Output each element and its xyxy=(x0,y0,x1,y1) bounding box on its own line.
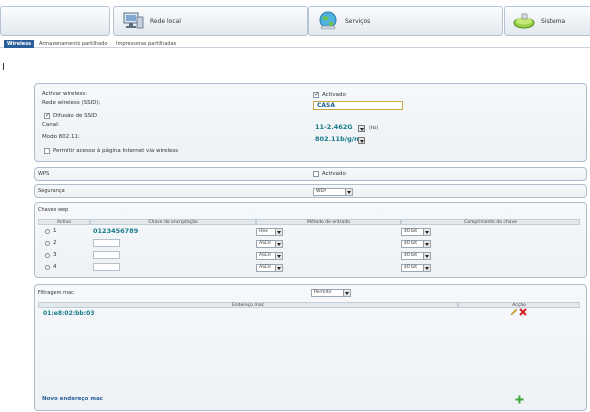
chevron-down-icon xyxy=(275,253,282,259)
wep-header-length: Comprimento da chave xyxy=(401,219,580,225)
wep-key-2-method-select[interactable]: ASCII xyxy=(256,240,283,248)
activate-wireless-checkbox[interactable] xyxy=(313,91,319,98)
add-icon[interactable] xyxy=(515,395,524,404)
mac-address-value: 01:e8:02:bb:03 xyxy=(43,310,95,317)
wep-header-key: Chave de encriptação xyxy=(90,219,256,225)
security-select-value: WEP xyxy=(316,189,327,194)
mode-select[interactable]: 802.11b/g/n xyxy=(313,136,365,145)
wep-title: Chaves wep xyxy=(38,207,69,213)
mode-select-value: 802.11b/g/n xyxy=(315,135,359,143)
mac-header-address: Endereço mac xyxy=(38,302,458,308)
activate-wireless-checkbox-label: Activado xyxy=(322,92,346,98)
internet-access-label: Permitir acesso à página Internet via wi… xyxy=(53,148,179,154)
internet-access-checkbox[interactable] xyxy=(44,148,50,154)
select-value: ASCII xyxy=(259,265,271,270)
nav-tab-servicos[interactable]: Serviços xyxy=(308,6,503,36)
wep-key-1-input[interactable]: 0123456789 xyxy=(93,227,138,235)
chevron-down-icon xyxy=(275,265,282,271)
wep-key-1-index: 1 xyxy=(53,228,57,234)
select-value: ASCII xyxy=(259,241,271,246)
wep-key-2-length-select[interactable]: 40 bit xyxy=(401,240,431,248)
ssid-label: Rede wireless (SSID): xyxy=(42,100,101,106)
activate-wireless-label: Activar wireless: xyxy=(42,91,88,97)
mac-filter-title: Filtragem mac xyxy=(38,290,74,296)
nav-tab-label: Serviços xyxy=(345,18,371,25)
nav-tab-rede-local[interactable]: Rede local xyxy=(113,6,308,36)
top-navigation: Rede local Serviços Sistema xyxy=(0,6,590,36)
wireless-settings-panel: Activar wireless: Activado Rede wireless… xyxy=(34,83,587,162)
wep-key-2-index: 2 xyxy=(53,240,57,246)
chevron-down-icon xyxy=(423,253,430,259)
chevron-down-icon xyxy=(358,125,365,132)
subtab-impressoras[interactable]: Impressoras partilhadas xyxy=(113,40,179,48)
chevron-down-icon xyxy=(275,229,282,235)
new-mac-address-link[interactable]: Novo endereço mac xyxy=(42,396,103,402)
wep-key-2-radio[interactable] xyxy=(45,241,50,246)
channel-unit: (Hz) xyxy=(369,126,379,131)
chevron-down-icon xyxy=(423,241,430,247)
wep-key-2-input[interactable] xyxy=(93,239,120,247)
wps-panel: WPS Activado xyxy=(34,167,587,181)
chevron-down-icon xyxy=(275,241,282,247)
chevron-down-icon xyxy=(423,229,430,235)
chevron-down-icon xyxy=(343,290,350,296)
wep-keys-panel: Chaves wep Activo Chave de encriptação M… xyxy=(34,202,587,278)
channel-select-value: 11-2.462G xyxy=(315,123,353,131)
select-value: 40 bit xyxy=(404,241,418,246)
select-value: 40 bit xyxy=(404,229,418,234)
globe-icon xyxy=(319,11,337,30)
security-panel: Segurança WEP xyxy=(34,184,587,198)
channel-select[interactable]: 11-2.462G xyxy=(313,124,365,133)
wep-key-4-method-select[interactable]: ASCII xyxy=(256,264,283,272)
ssid-broadcast-checkbox[interactable] xyxy=(44,112,50,119)
wep-key-3-radio[interactable] xyxy=(45,253,50,258)
wps-checkbox-label: Activado xyxy=(322,171,346,177)
security-select[interactable]: WEP xyxy=(313,188,353,196)
nav-tab-label: Rede local xyxy=(150,18,181,25)
subtab-wireless[interactable]: Wireless xyxy=(4,40,35,48)
wep-header-active: Activo xyxy=(38,219,90,225)
wep-key-4-input[interactable] xyxy=(93,263,120,271)
wep-key-1-length-select[interactable]: 40 bit xyxy=(401,228,431,236)
wep-key-3-method-select[interactable]: ASCII xyxy=(256,252,283,260)
edit-icon[interactable] xyxy=(510,308,518,316)
mac-filter-select[interactable]: Permitir xyxy=(311,289,351,297)
ssid-broadcast-label: Difusão de SSID xyxy=(53,113,97,119)
wep-key-1-method-select[interactable]: Hex xyxy=(256,228,283,236)
wep-key-4-index: 4 xyxy=(53,264,57,270)
mac-filter-select-value: Permitir xyxy=(314,290,332,295)
chevron-down-icon xyxy=(423,265,430,271)
sub-navigation: Wireless Armazenamento partilhado Impres… xyxy=(0,40,590,48)
wps-title: WPS xyxy=(38,171,50,177)
security-title: Segurança xyxy=(38,188,65,194)
delete-icon[interactable] xyxy=(519,308,527,316)
wep-key-4-length-select[interactable]: 40 bit xyxy=(401,264,431,272)
wep-key-4-radio[interactable] xyxy=(45,265,50,270)
nav-tab-sistema[interactable]: Sistema xyxy=(504,6,590,36)
select-value: 40 bit xyxy=(404,253,418,258)
wep-key-1-radio[interactable] xyxy=(45,229,50,234)
mac-filter-panel: Filtragem mac Permitir Endereço mac Acçã… xyxy=(34,284,587,411)
text-cursor xyxy=(3,63,4,70)
select-value: 40 bit xyxy=(404,265,418,270)
ssid-input[interactable]: CASA xyxy=(313,101,403,110)
channel-label: Canal: xyxy=(42,122,60,128)
wep-key-3-index: 3 xyxy=(53,252,57,258)
chevron-down-icon xyxy=(358,137,365,144)
nav-tab-home[interactable] xyxy=(0,6,110,36)
mode-label: Modo 802.11: xyxy=(42,134,80,140)
wep-header-method: Método de entrada xyxy=(256,219,401,225)
wps-checkbox[interactable] xyxy=(313,171,319,177)
network-monitor-icon xyxy=(123,12,144,29)
subtab-armazenamento[interactable]: Armazenamento partilhado xyxy=(36,40,110,48)
chevron-down-icon xyxy=(345,189,352,195)
system-device-icon xyxy=(513,13,535,29)
nav-tab-label: Sistema xyxy=(541,18,566,25)
wep-key-3-length-select[interactable]: 40 bit xyxy=(401,252,431,260)
select-value: Hex xyxy=(259,229,268,234)
wep-key-3-input[interactable] xyxy=(93,251,120,259)
select-value: ASCII xyxy=(259,253,271,258)
